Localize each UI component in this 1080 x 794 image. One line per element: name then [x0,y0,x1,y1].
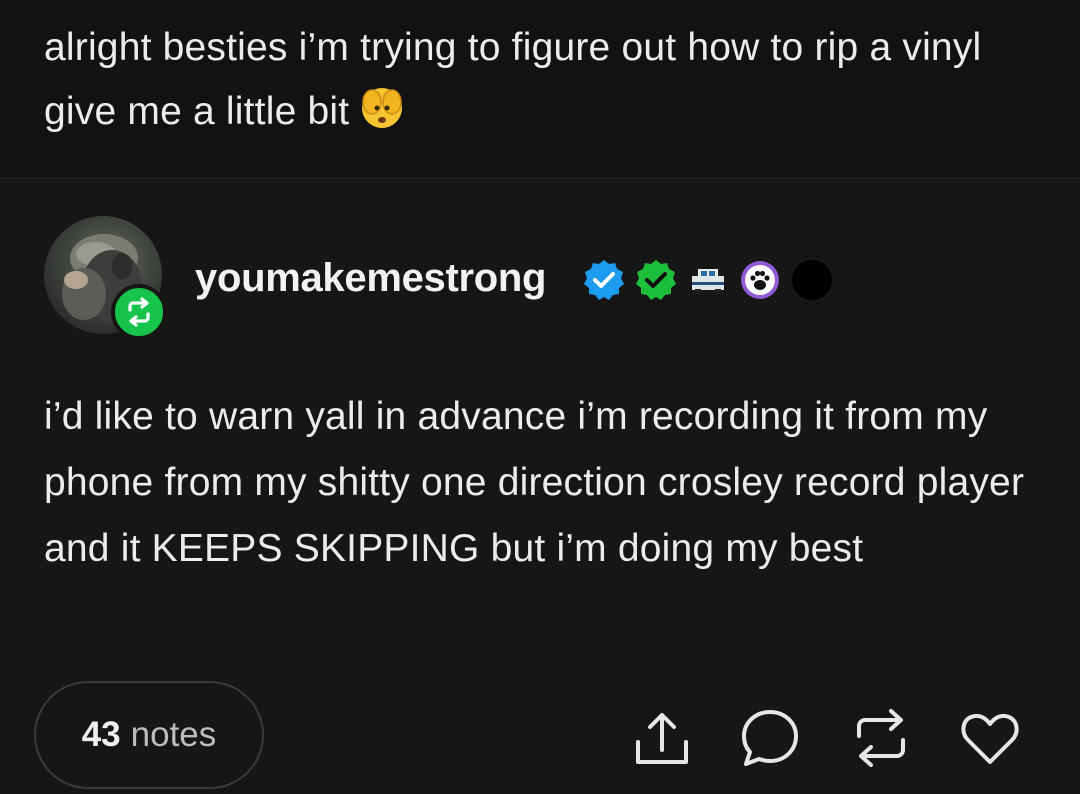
reblog-icon[interactable] [849,706,913,770]
post-divider [0,178,1080,179]
verified-blue-badge-icon[interactable] [582,258,626,302]
paw-badge-icon[interactable] [738,258,782,302]
previous-post-text: alright besties i’m trying to figure out… [44,16,1054,152]
notes-count: 43 [81,715,121,754]
verified-green-badge-icon[interactable] [634,258,678,302]
like-icon[interactable] [958,706,1022,770]
previous-post-text-content: alright besties i’m trying to figure out… [44,26,982,133]
share-icon[interactable] [630,706,694,770]
notes-label: notes [130,715,217,754]
notes-button[interactable]: 43 notes [34,681,264,789]
previous-post: alright besties i’m trying to figure out… [0,0,1080,178]
reply-icon[interactable] [738,706,802,770]
badge-row [582,258,834,302]
pixel-car-badge-icon[interactable] [686,258,730,302]
reblog-badge-icon [111,284,167,340]
reblog-text: i’d like to warn yall in advance i’m rec… [44,395,1025,570]
face-peeking-emoji-icon [357,82,407,152]
username[interactable]: youmakemestrong [195,256,546,301]
black-dot-badge-icon[interactable] [790,258,834,302]
